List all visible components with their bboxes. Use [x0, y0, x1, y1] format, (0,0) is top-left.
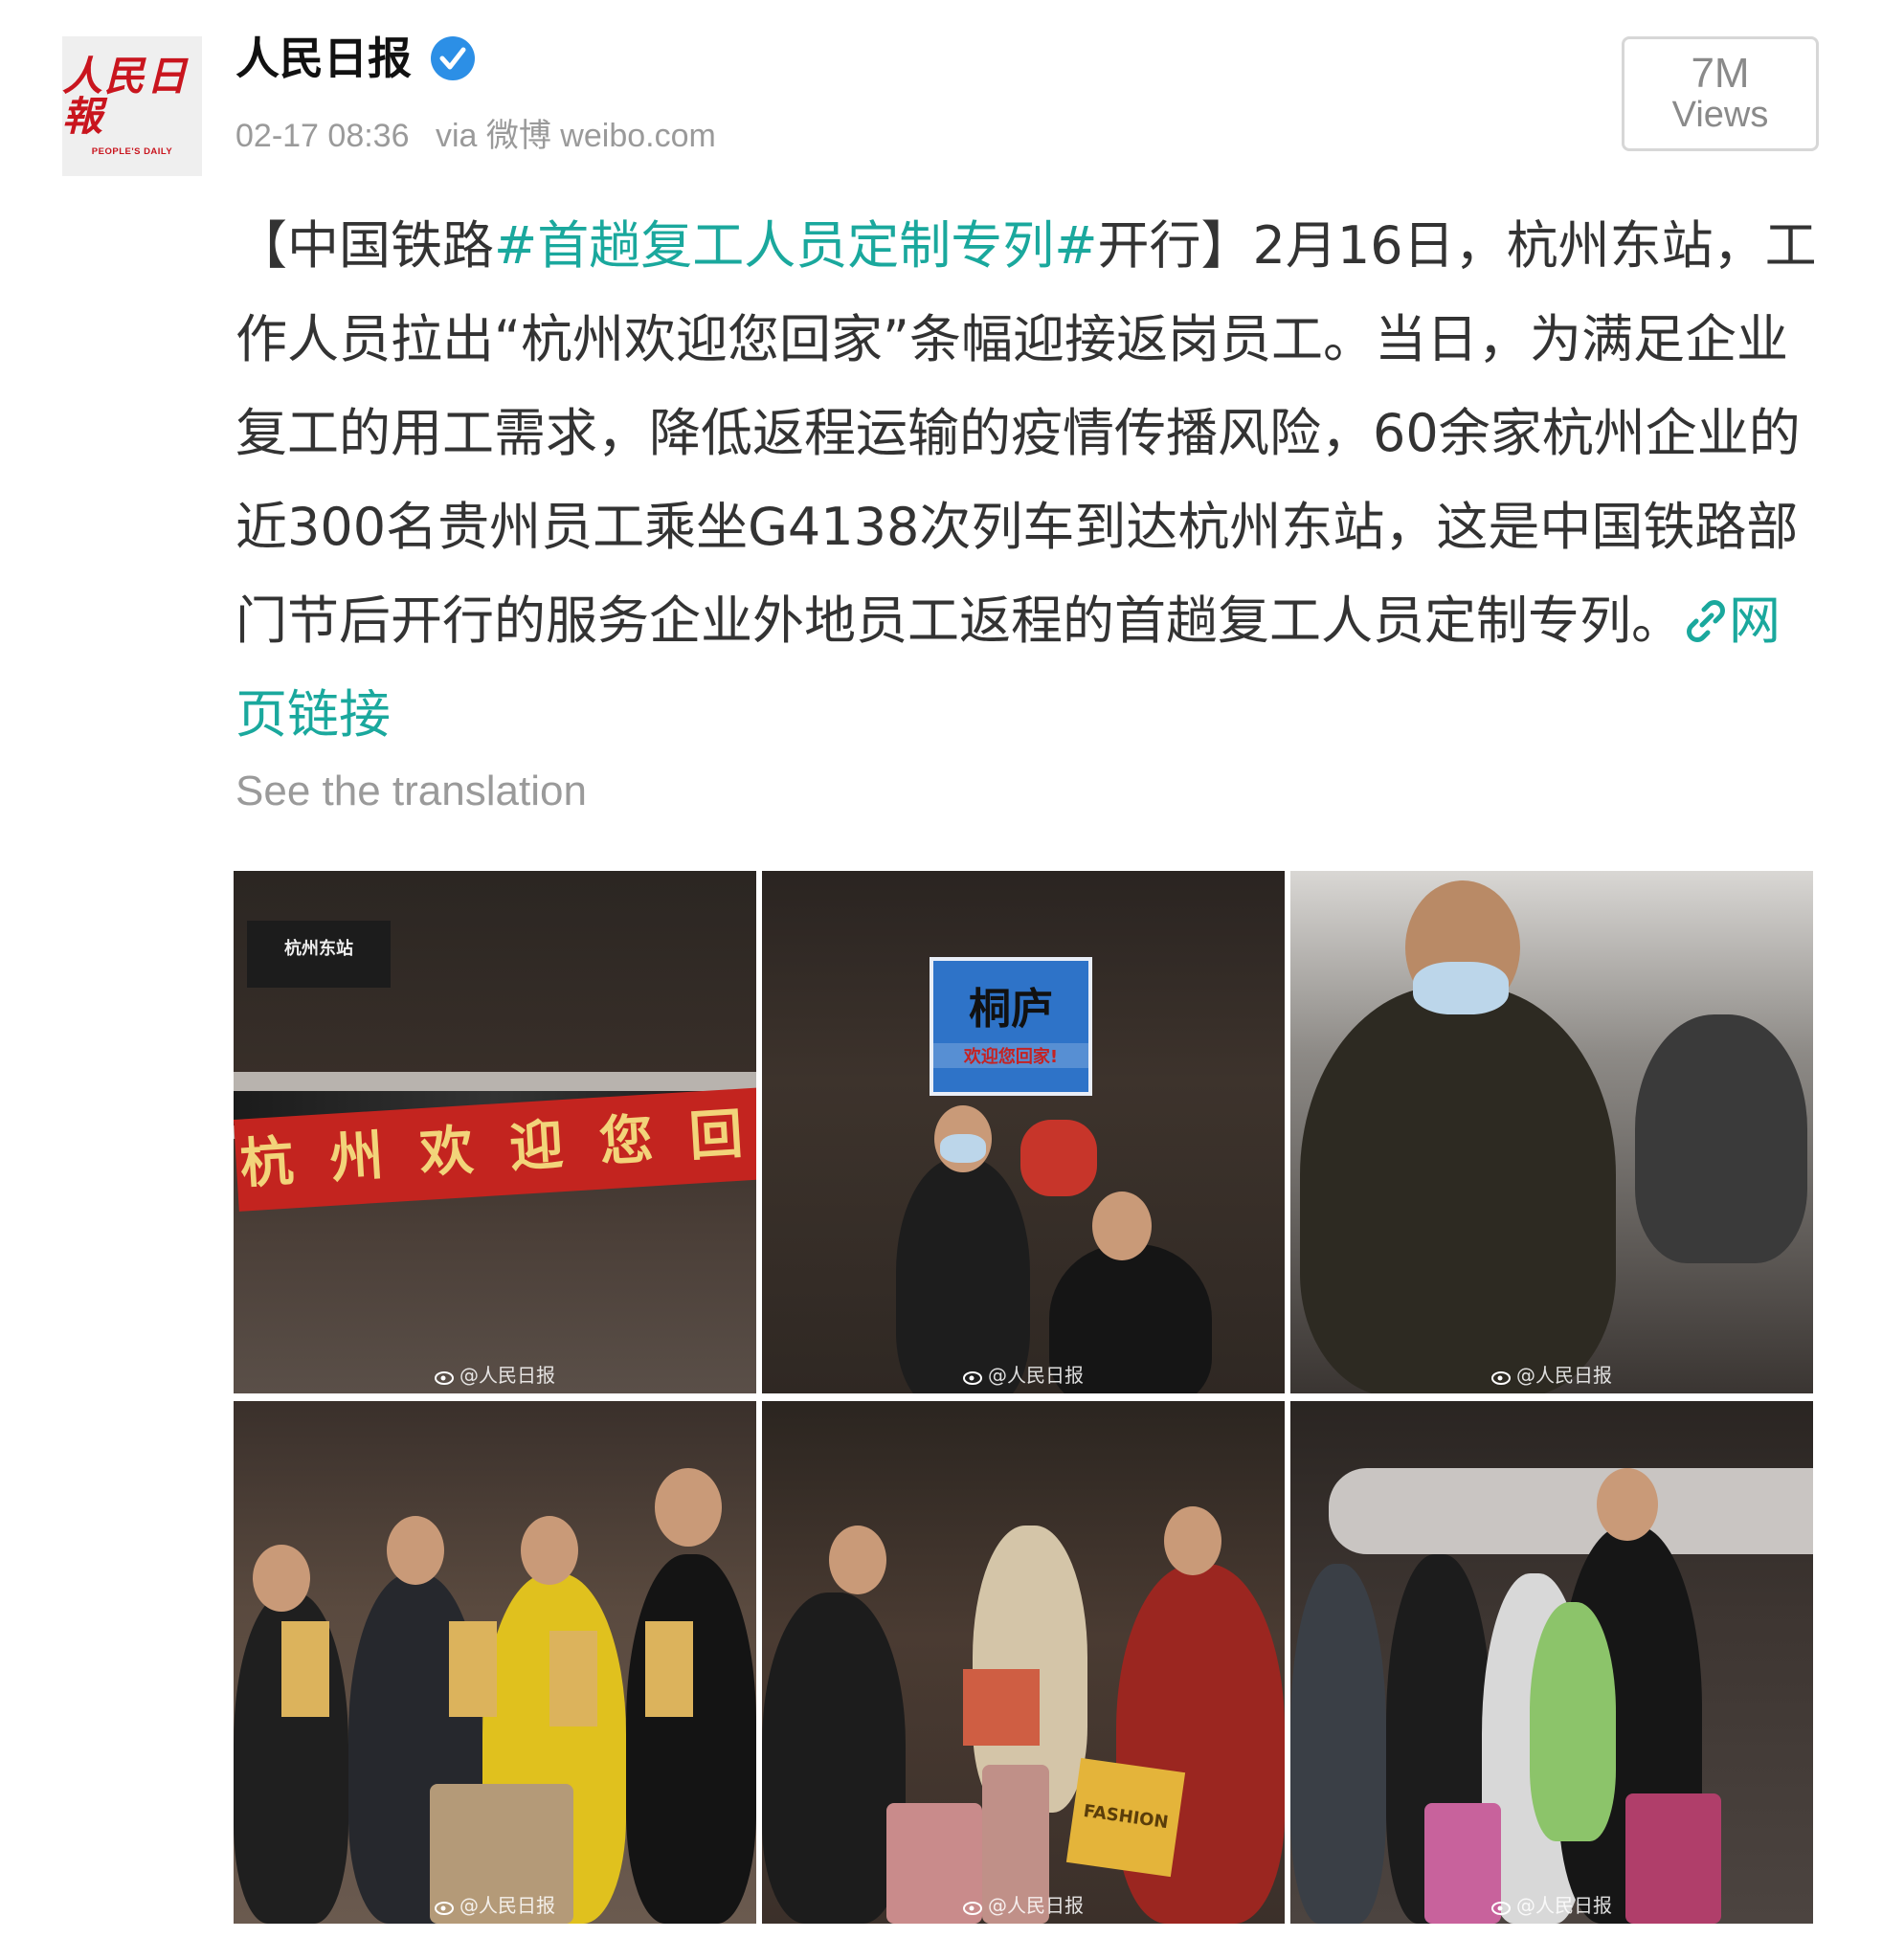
post-meta: 02-17 08:36 via 微博 weibo.com [235, 109, 733, 156]
weibo-icon [435, 1902, 454, 1915]
weibo-icon [435, 1371, 454, 1385]
shopping-bag: FASHION [1065, 1757, 1186, 1878]
mask-shape [1413, 962, 1509, 1014]
views-count: 7M [1691, 50, 1750, 97]
author-header: 人民日报 [235, 34, 477, 82]
views-label: Views [1671, 95, 1769, 136]
train-shape [1329, 1468, 1813, 1554]
person-shape [1635, 1014, 1807, 1263]
person-shape [896, 1158, 1030, 1393]
author-name[interactable]: 人民日报 [235, 36, 412, 80]
photo-3[interactable]: @人民日报 [1290, 871, 1813, 1393]
person-head [829, 1526, 886, 1594]
person-head [1164, 1506, 1221, 1575]
post-prefix: 【中国铁路 [235, 215, 494, 276]
photo-6[interactable]: @人民日报 [1290, 1401, 1813, 1924]
verified-badge-icon [431, 36, 475, 80]
person-shape [1530, 1602, 1616, 1841]
photo-watermark: @人民日报 [1290, 1360, 1813, 1388]
box-shape [963, 1669, 1040, 1746]
envelope-shape [449, 1621, 497, 1717]
person-head [655, 1468, 722, 1547]
photo-1[interactable]: 杭州东站 杭州欢迎您回家 @人民日报 [234, 871, 756, 1393]
photo-5[interactable]: FASHION @人民日报 [762, 1401, 1285, 1924]
person-head [253, 1545, 310, 1612]
photo-grid: 杭州东站 杭州欢迎您回家 @人民日报 桐庐 欢迎您回家! @人民日报 @人民日报 [234, 871, 1813, 1926]
mask-shape [940, 1134, 986, 1163]
hashtag-link[interactable]: #首趟复工人员定制专列# [494, 215, 1098, 276]
person-head [1092, 1192, 1152, 1260]
weibo-icon [963, 1902, 982, 1915]
envelope-shape [645, 1621, 693, 1717]
photo-4[interactable]: @人民日报 [234, 1401, 756, 1924]
photo-watermark: @人民日报 [234, 1360, 756, 1388]
post-body: 开行】2月16日，杭州东站，工作人员拉出“杭州欢迎您回家”条幅迎接返岗员工。当日… [235, 215, 1817, 651]
photo-watermark: @人民日报 [1290, 1890, 1813, 1918]
sign-welcome: 欢迎您回家! [933, 1043, 1088, 1068]
photo-2[interactable]: 桐庐 欢迎您回家! @人民日报 [762, 871, 1285, 1393]
post-date: 02-17 08:36 [235, 118, 410, 154]
logo-chinese: 人民日報 [62, 52, 190, 140]
views-badge: 7M Views [1622, 36, 1819, 151]
weibo-icon [1491, 1902, 1511, 1915]
station-sign: 杭州东站 [247, 921, 391, 988]
sign-city: 桐庐 [969, 985, 1053, 1034]
photo-watermark: @人民日报 [234, 1890, 756, 1918]
post-text: 【中国铁路#首趟复工人员定制专列#开行】2月16日，杭州东站，工作人员拉出“杭州… [235, 199, 1825, 762]
person-shape [1290, 1564, 1386, 1924]
person-head [1597, 1468, 1658, 1541]
photo-watermark: @人民日报 [762, 1360, 1285, 1388]
link-icon [1687, 600, 1725, 642]
weibo-icon [963, 1371, 982, 1385]
envelope-shape [281, 1621, 329, 1717]
photo-watermark: @人民日报 [762, 1890, 1285, 1918]
post-source: via 微博 weibo.com [435, 118, 716, 154]
weibo-icon [1491, 1371, 1511, 1385]
person-shape [1300, 986, 1616, 1393]
translate-button[interactable]: See the translation [235, 768, 587, 815]
person-shape [762, 1592, 906, 1924]
envelope-shape [549, 1631, 597, 1726]
person-head [387, 1516, 444, 1585]
logo-english: PEOPLE'S DAILY [91, 145, 173, 157]
person-shape [626, 1554, 756, 1924]
avatar[interactable]: 人民日報 PEOPLE'S DAILY [62, 36, 202, 176]
person-head [521, 1516, 578, 1585]
tonglu-sign: 桐庐 欢迎您回家! [930, 957, 1092, 1096]
red-flag-shape [1020, 1120, 1097, 1196]
